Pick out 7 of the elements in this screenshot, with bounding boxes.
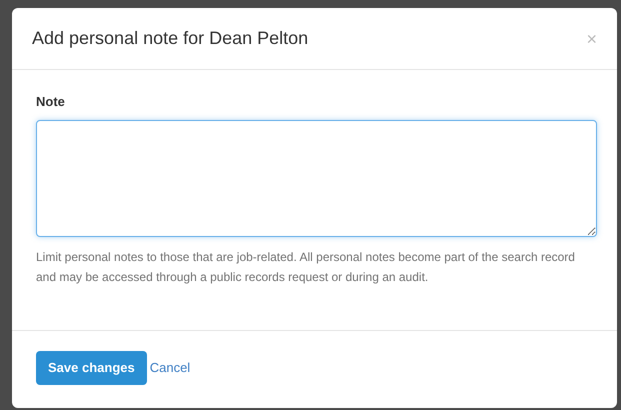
dialog-title: Add personal note for Dean Pelton	[32, 27, 308, 50]
close-button[interactable]: ×	[586, 30, 597, 48]
save-button[interactable]: Save changes	[36, 351, 147, 385]
note-field[interactable]	[36, 120, 597, 236]
help-text: Limit personal notes to those that are job-related. All personal notes become part of the search record and may be accessed through a public records request or during an audit.	[36, 248, 576, 286]
note-label: Note	[36, 93, 66, 111]
cancel-link[interactable]: Cancel	[150, 358, 190, 378]
